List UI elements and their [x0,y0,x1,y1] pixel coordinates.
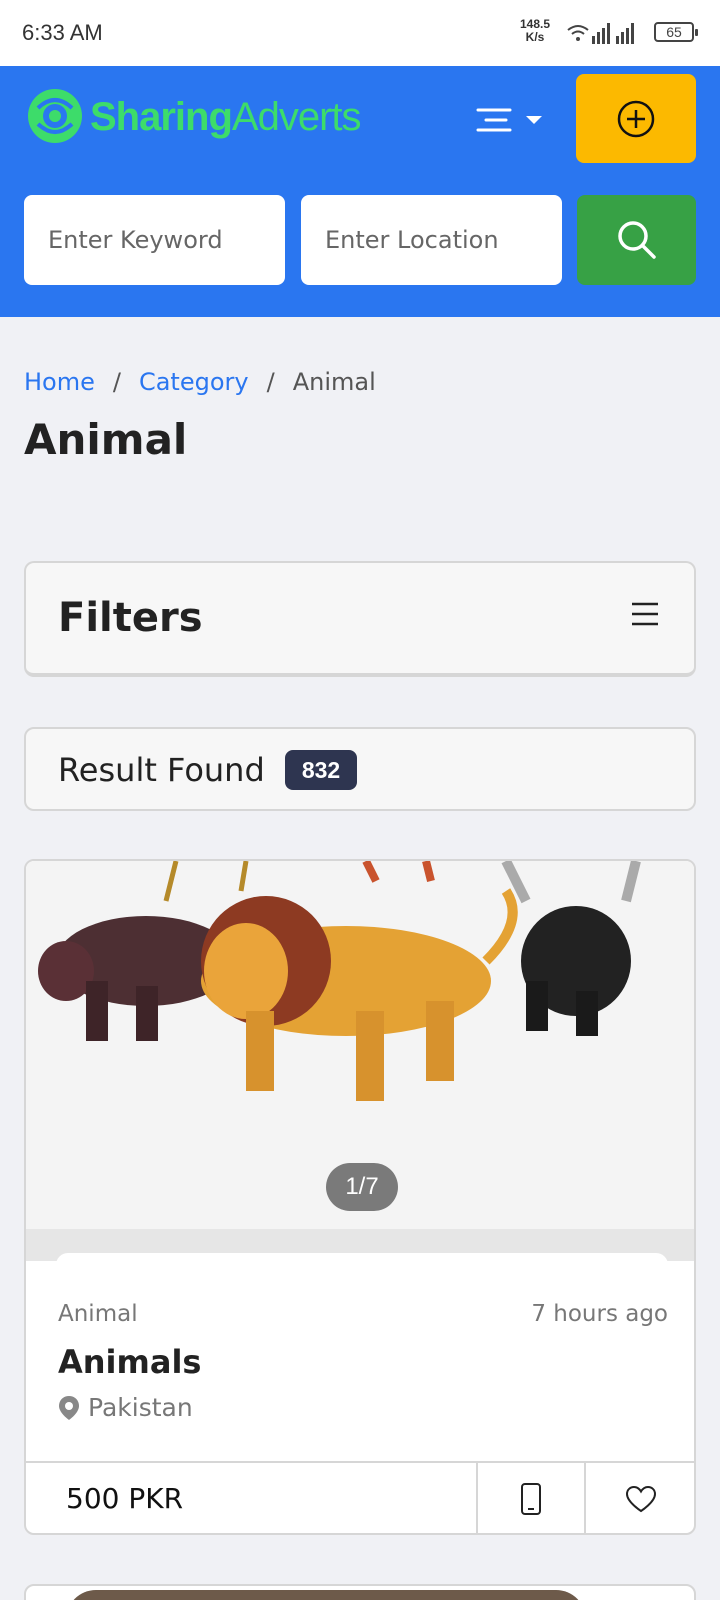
heart-icon [625,1485,657,1513]
listing-price: 500 PKR [26,1463,478,1533]
site-logo[interactable]: SharingAdverts [26,78,362,156]
listing-image[interactable]: 1/7 [26,861,694,1229]
listing-location-text: Pakistan [88,1393,193,1422]
call-button[interactable] [478,1463,586,1533]
location-input[interactable] [301,195,562,285]
listing-posted-time: 7 hours ago [531,1301,668,1327]
search-icon [617,221,656,259]
results-label: Result Found [58,751,265,789]
breadcrumb-category-link[interactable]: Category [139,368,249,396]
status-bar: 6:33 AM 148.5 K/s 65 [0,0,720,66]
listing-card[interactable]: 1/7 Animal 7 hours ago Animals Pakistan … [24,859,696,1535]
listing-title[interactable]: Animals [58,1343,201,1381]
location-pin-icon [59,1395,79,1420]
logo-text-part1: Sharing [90,94,233,139]
hamburger-icon [632,602,658,626]
listing-location: Pakistan [58,1393,193,1422]
card-divider [26,1229,694,1273]
logo-text: SharingAdverts [90,94,362,140]
post-ad-button[interactable] [576,74,696,163]
listing-card-next[interactable] [24,1584,696,1600]
menu-icon [476,108,542,132]
site-header: SharingAdverts [0,66,720,317]
search-button[interactable] [577,195,696,285]
logo-text-part2: Adverts [231,94,362,139]
filters-panel-toggle[interactable]: Filters [24,561,696,677]
listing-footer: 500 PKR [26,1461,694,1533]
filters-label: Filters [58,595,203,641]
image-counter: 1/7 [326,1163,398,1211]
logo-mark-icon [28,89,82,143]
breadcrumb-separator: / [112,368,121,396]
keyword-input[interactable] [24,195,285,285]
results-summary: Result Found 832 [24,727,696,811]
breadcrumb-current: Animal [292,368,376,396]
page-title: Animal [24,415,188,464]
results-count-badge: 832 [285,750,357,790]
phone-icon [521,1483,541,1515]
status-time: 6:33 AM [22,20,103,45]
listing-category: Animal [58,1301,138,1327]
breadcrumb-separator: / [266,368,275,396]
breadcrumb-home-link[interactable]: Home [24,368,95,396]
network-speed: 148.5 K/s [520,18,550,44]
breadcrumb: Home / Category / Animal [24,368,376,396]
signal-icon [567,23,634,44]
battery-icon: 65 [654,22,698,42]
menu-toggle-button[interactable] [476,102,548,142]
listing-details: Animal 7 hours ago Animals Pakistan [26,1261,694,1451]
listing-image-next [66,1590,586,1600]
favorite-button[interactable] [586,1463,694,1533]
network-speed-unit: K/s [525,30,545,44]
plus-circle-icon [617,100,655,137]
